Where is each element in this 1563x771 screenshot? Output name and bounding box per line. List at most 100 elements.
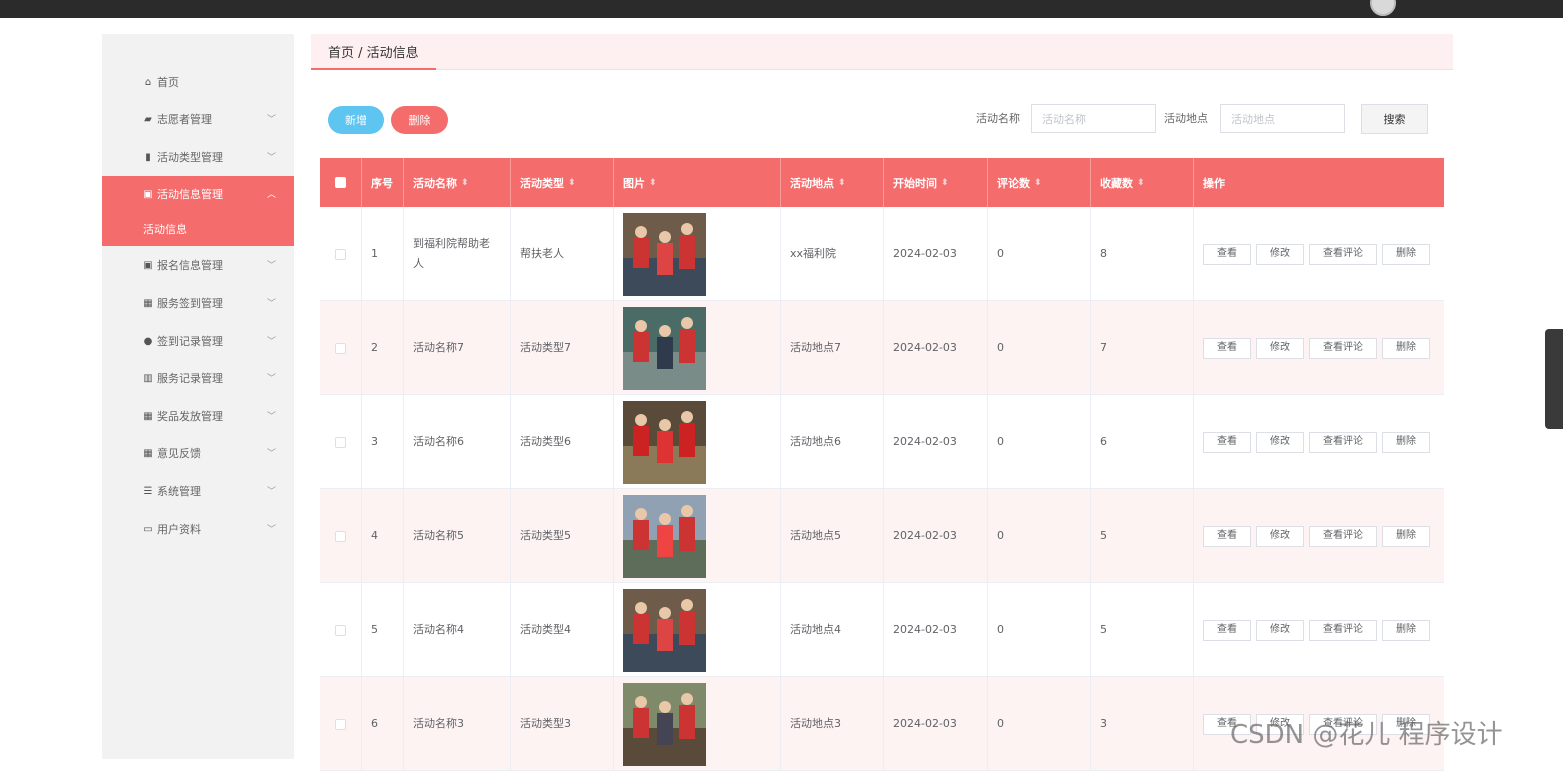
sidebar-item-label: 服务记录管理 <box>157 372 223 385</box>
view-comments-button[interactable]: 查看评论 <box>1309 525 1377 547</box>
sidebar-item-0[interactable]: ⌂ 首页 <box>102 64 294 100</box>
activity-photo[interactable] <box>623 588 706 672</box>
edit-button[interactable]: 修改 <box>1256 525 1304 547</box>
header-start[interactable]: 开始时间 ⬍ <box>884 158 988 207</box>
add-button[interactable]: 新增 <box>328 106 384 134</box>
sidebar-item-2[interactable]: ▮ 活动类型管理 ﹀ <box>102 139 294 175</box>
sidebar-item-3[interactable]: ▣ 活动信息管理 ︿ <box>102 176 294 212</box>
delete-row-button[interactable]: 删除 <box>1382 337 1430 359</box>
activity-name-input[interactable]: 活动名称 <box>1031 104 1156 133</box>
header-type[interactable]: 活动类型 ⬍ <box>511 158 614 207</box>
sidebar-item-5[interactable]: ▦ 服务签到管理 ﹀ <box>102 285 294 321</box>
view-button[interactable]: 查看 <box>1203 243 1251 265</box>
sidebar-item-9[interactable]: ▦ 意见反馈 ﹀ <box>102 435 294 471</box>
view-comments-button[interactable]: 查看评论 <box>1309 243 1377 265</box>
row-checkbox[interactable] <box>320 489 362 583</box>
activity-photo[interactable] <box>623 682 706 766</box>
checkbox-icon[interactable] <box>335 177 346 188</box>
view-comments-button[interactable]: 查看评论 <box>1309 337 1377 359</box>
table-row[interactable]: 2 活动名称7 活动类型7 活动地点7 2024-02-03 0 7 查看 修改 查看评论 删除 <box>320 301 1444 395</box>
row-image-cell <box>614 583 781 677</box>
view-comments-button[interactable]: 查看评论 <box>1309 431 1377 453</box>
view-comments-button[interactable]: 查看评论 <box>1309 619 1377 641</box>
table-row[interactable]: 3 活动名称6 活动类型6 活动地点6 2024-02-03 0 6 查看 修改 查看评论 删除 <box>320 395 1444 489</box>
sort-icon[interactable]: ⬍ <box>838 178 846 188</box>
activity-name-label: 活动名称 <box>976 112 1020 125</box>
activity-location-label: 活动地点 <box>1164 112 1208 125</box>
view-button[interactable]: 查看 <box>1203 431 1251 453</box>
activity-photo[interactable] <box>623 494 706 578</box>
view-button[interactable]: 查看 <box>1203 619 1251 641</box>
delete-row-button[interactable]: 删除 <box>1382 431 1430 453</box>
edit-button[interactable]: 修改 <box>1256 243 1304 265</box>
delete-button[interactable]: 删除 <box>391 106 448 134</box>
header-image[interactable]: 图片 ⬍ <box>614 158 781 207</box>
checkbox-icon[interactable] <box>335 624 346 636</box>
edit-button[interactable]: 修改 <box>1256 337 1304 359</box>
sidebar-item-10[interactable]: ☰ 系统管理 ﹀ <box>102 473 294 509</box>
sort-icon[interactable]: ⬍ <box>649 178 657 188</box>
activity-location-input[interactable]: 活动地点 <box>1220 104 1345 133</box>
breadcrumb[interactable]: 首页 / 活动信息 <box>311 34 436 70</box>
row-actions: 查看 修改 查看评论 删除 <box>1194 489 1444 583</box>
edit-button[interactable]: 修改 <box>1256 431 1304 453</box>
chevron-down-icon: ﹀ <box>266 337 276 347</box>
table-header: 序号 活动名称 ⬍ 活动类型 ⬍ 图片 ⬍ 活动地点 ⬍ 开始时间 ⬍ 评论数 ⬍ 收藏数 ⬍… <box>320 158 1444 207</box>
table-row[interactable]: 5 活动名称4 活动类型4 活动地点4 2024-02-03 0 5 查看 修改 查看评论 删除 <box>320 583 1444 677</box>
cell-type: 帮扶老人 <box>511 207 614 301</box>
header-favorites[interactable]: 收藏数 ⬍ <box>1091 158 1194 207</box>
header-name[interactable]: 活动名称 ⬍ <box>404 158 511 207</box>
row-checkbox[interactable] <box>320 395 362 489</box>
sort-icon[interactable]: ⬍ <box>568 178 576 188</box>
delete-row-button[interactable]: 删除 <box>1382 619 1430 641</box>
row-checkbox[interactable] <box>320 301 362 395</box>
sidebar-item-1[interactable]: ▰ 志愿者管理 ﹀ <box>102 101 294 137</box>
side-drawer-handle[interactable] <box>1545 329 1563 429</box>
cell-type: 活动类型7 <box>511 301 614 395</box>
row-actions: 查看 修改 查看评论 删除 <box>1194 395 1444 489</box>
activity-photo[interactable] <box>623 400 706 484</box>
sort-icon[interactable]: ⬍ <box>1034 178 1042 188</box>
checkbox-icon[interactable] <box>335 530 346 542</box>
view-button[interactable]: 查看 <box>1203 525 1251 547</box>
checkbox-icon[interactable] <box>335 248 346 260</box>
cell-start: 2024-02-03 <box>884 395 988 489</box>
submenu-item-activity-info[interactable]: 活动信息 <box>102 212 294 246</box>
sidebar-item-8[interactable]: ▦ 奖品发放管理 ﹀ <box>102 398 294 434</box>
sidebar-item-6[interactable]: ● 签到记录管理 ﹀ <box>102 323 294 359</box>
header-comments[interactable]: 评论数 ⬍ <box>988 158 1091 207</box>
header-actions: 操作 <box>1194 158 1444 207</box>
checkbox-icon[interactable] <box>335 718 346 730</box>
select-all-checkbox[interactable] <box>320 158 362 207</box>
row-checkbox[interactable] <box>320 207 362 301</box>
row-checkbox[interactable] <box>320 677 362 771</box>
activity-photo[interactable] <box>623 306 706 390</box>
sidebar-item-4[interactable]: ▣ 报名信息管理 ﹀ <box>102 247 294 283</box>
delete-row-button[interactable]: 删除 <box>1382 525 1430 547</box>
row-checkbox[interactable] <box>320 583 362 677</box>
delete-row-button[interactable]: 删除 <box>1382 243 1430 265</box>
header-name-label: 活动名称 <box>413 176 457 190</box>
cell-favorites: 5 <box>1091 583 1194 677</box>
sidebar-item-7[interactable]: ▥ 服务记录管理 ﹀ <box>102 360 294 396</box>
chevron-up-icon: ︿ <box>266 190 276 200</box>
edit-button[interactable]: 修改 <box>1256 619 1304 641</box>
cell-favorites: 8 <box>1091 207 1194 301</box>
header-type-label: 活动类型 <box>520 176 564 190</box>
activity-photo[interactable] <box>623 212 706 296</box>
table-row[interactable]: 1 到福利院帮助老人 帮扶老人 xx福利院 2024-02-03 0 8 查看 修改 查看评论 删除 <box>320 207 1444 301</box>
checkbox-icon[interactable] <box>335 436 346 448</box>
sort-icon[interactable]: ⬍ <box>461 178 469 188</box>
checkbox-icon[interactable] <box>335 342 346 354</box>
stats-icon: ▥ <box>143 372 153 384</box>
header-location[interactable]: 活动地点 ⬍ <box>781 158 884 207</box>
sidebar-item-11[interactable]: ▭ 用户资料 ﹀ <box>102 511 294 547</box>
sort-icon[interactable]: ⬍ <box>941 178 949 188</box>
sort-icon[interactable]: ⬍ <box>1137 178 1145 188</box>
view-button[interactable]: 查看 <box>1203 337 1251 359</box>
header-favorites-label: 收藏数 <box>1100 176 1133 190</box>
avatar[interactable] <box>1370 0 1396 16</box>
table-row[interactable]: 4 活动名称5 活动类型5 活动地点5 2024-02-03 0 5 查看 修改 查看评论 删除 <box>320 489 1444 583</box>
list-icon: ☰ <box>143 485 153 497</box>
search-button[interactable]: 搜索 <box>1361 104 1428 134</box>
